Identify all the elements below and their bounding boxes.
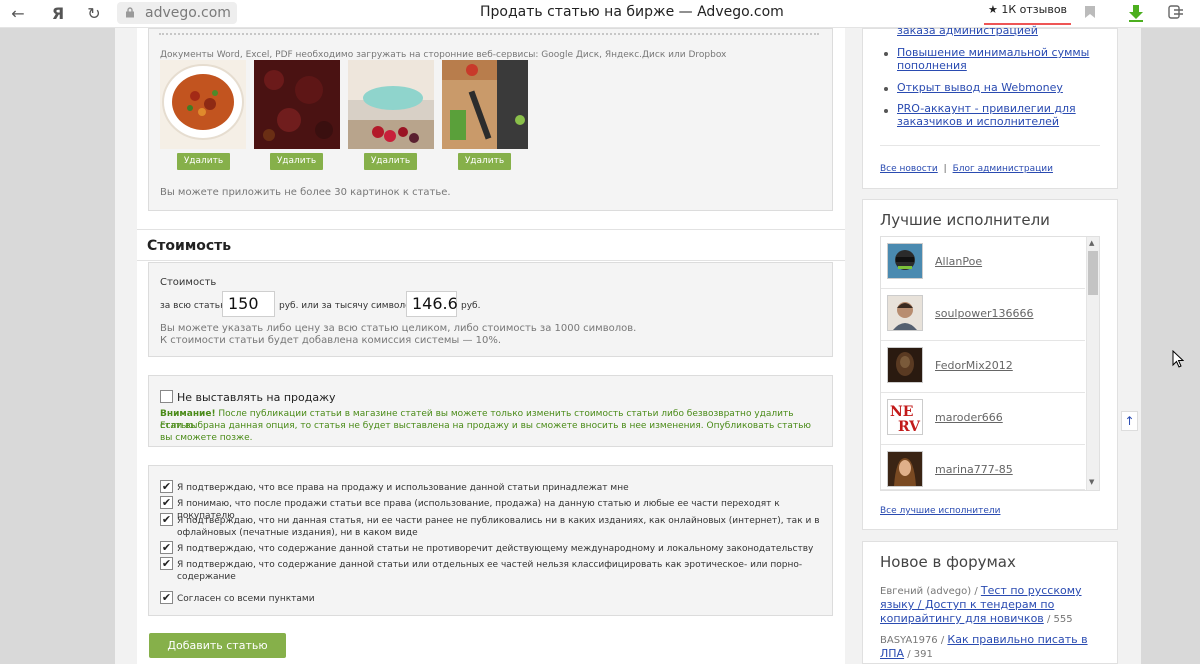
confirm-checkbox[interactable]: ✔ bbox=[160, 541, 173, 554]
confirm-text: Я подтверждаю, что содержание данной ста… bbox=[177, 560, 803, 582]
page-left-gutter bbox=[0, 28, 115, 664]
download-icon[interactable] bbox=[1126, 4, 1146, 24]
avatar bbox=[887, 243, 923, 279]
svg-text:RV: RV bbox=[898, 419, 921, 434]
no-sale-checkbox[interactable] bbox=[160, 390, 173, 403]
no-sale-info: Если выбрана данная опция, то статья не … bbox=[160, 421, 811, 443]
docs-note: Документы Word, Excel, PDF необходимо за… bbox=[160, 50, 727, 60]
price-hint: Вы можете указать либо цену за всю стать… bbox=[160, 323, 637, 334]
scroll-up-icon[interactable]: ▲ bbox=[1089, 239, 1094, 247]
divider bbox=[137, 260, 845, 261]
performer-name[interactable]: AllanPoe bbox=[935, 255, 982, 268]
news-link[interactable]: заказа администрацией bbox=[897, 24, 1097, 37]
image-thumbnail bbox=[160, 60, 246, 149]
forum-post: Евгений (advego) / Тест по русскому язык… bbox=[880, 584, 1102, 626]
link-separator: | bbox=[943, 164, 947, 174]
confirm-checkbox[interactable]: ✔ bbox=[160, 513, 173, 526]
delete-image-button[interactable]: Удалить bbox=[364, 153, 417, 170]
price-per-thousand-label: руб. или за тысячу символов bbox=[279, 301, 416, 311]
bookmark-icon[interactable] bbox=[1082, 4, 1098, 24]
price-whole-input[interactable]: 150 bbox=[222, 291, 275, 317]
images-limit-note: Вы можете приложить не более 30 картинок… bbox=[160, 187, 451, 198]
avatar bbox=[887, 451, 923, 487]
confirm-text: Я подтверждаю, что содержание данной ста… bbox=[177, 544, 814, 554]
mouse-cursor-icon bbox=[1172, 350, 1184, 368]
divider bbox=[880, 145, 1100, 146]
forum-author: BASYA1976 bbox=[880, 635, 938, 646]
forum-separator: / bbox=[971, 586, 981, 597]
admin-blog-link[interactable]: Блог администрации bbox=[953, 164, 1053, 174]
scroll-thumb[interactable] bbox=[1088, 251, 1098, 295]
list-item[interactable]: soulpower136666 bbox=[881, 289, 1085, 341]
performer-name[interactable]: marina777-85 bbox=[935, 463, 1013, 476]
performer-name[interactable]: FedorMix2012 bbox=[935, 359, 1013, 372]
bullet bbox=[884, 109, 888, 113]
forum-post: BASYA1976 / Как правильно писать в ЛПА /… bbox=[880, 633, 1102, 661]
image-thumbnail bbox=[254, 60, 340, 149]
divider bbox=[137, 229, 845, 230]
back-arrow-icon[interactable]: ← bbox=[8, 4, 28, 24]
currency-label: руб. bbox=[461, 301, 481, 311]
forum-post-count: / 391 bbox=[904, 649, 933, 660]
forum-post-count: / 555 bbox=[1043, 614, 1073, 625]
confirm-checkbox[interactable]: ✔ bbox=[160, 496, 173, 509]
news-link[interactable]: Повышение минимальной суммы пополнения bbox=[897, 46, 1097, 72]
price-per-thousand-input[interactable]: 146.6 bbox=[406, 291, 458, 317]
reviews-badge[interactable]: ★ 1К отзывов bbox=[984, 1, 1072, 25]
warning-title: Внимание! bbox=[160, 409, 216, 419]
scroll-to-top-button[interactable]: ↑ bbox=[1121, 411, 1138, 431]
add-article-button[interactable]: Добавить статью bbox=[149, 633, 286, 658]
avatar bbox=[887, 295, 923, 331]
avatar: NE RV bbox=[887, 399, 923, 435]
list-item[interactable]: AllanPoe bbox=[881, 237, 1085, 289]
dropzone-border bbox=[159, 31, 819, 35]
reload-icon[interactable]: ↻ bbox=[84, 4, 104, 24]
delete-image-button[interactable]: Удалить bbox=[177, 153, 230, 170]
forum-author: Евгений (advego) bbox=[880, 586, 972, 597]
confirm-checkbox[interactable]: ✔ bbox=[160, 480, 173, 493]
list-item[interactable]: marina777-85 bbox=[881, 445, 1085, 490]
performer-name[interactable]: soulpower136666 bbox=[935, 307, 1033, 320]
list-item[interactable]: NE RV maroder666 bbox=[881, 393, 1085, 445]
performers-scrollbar[interactable]: ▲ ▼ bbox=[1086, 237, 1099, 490]
news-link[interactable]: PRO-аккаунт - привилегии для заказчиков … bbox=[897, 102, 1097, 128]
news-link[interactable]: Открыт вывод на Webmoney bbox=[897, 81, 1097, 94]
image-thumbnail bbox=[348, 60, 434, 149]
extensions-icon[interactable] bbox=[1166, 4, 1186, 24]
site-address: advego.com bbox=[145, 5, 231, 21]
scroll-down-icon[interactable]: ▼ bbox=[1089, 478, 1094, 486]
address-bar[interactable]: advego.com bbox=[117, 2, 237, 24]
price-whole-label: за всю статью bbox=[160, 301, 228, 311]
svg-text:NE: NE bbox=[890, 404, 913, 420]
commission-hint: К стоимости статьи будет добавлена комис… bbox=[160, 335, 502, 346]
agree-all-label: Согласен со всеми пунктами bbox=[177, 594, 315, 604]
best-performers-title: Лучшие исполнители bbox=[880, 211, 1050, 229]
bullet bbox=[884, 87, 888, 91]
avatar bbox=[887, 347, 923, 383]
delete-image-button[interactable]: Удалить bbox=[270, 153, 323, 170]
delete-image-button[interactable]: Удалить bbox=[458, 153, 511, 170]
price-section-title: Стоимость bbox=[147, 238, 232, 254]
yandex-logo-icon[interactable]: Я bbox=[48, 4, 68, 24]
news-footer: Все новости | Блог администрации bbox=[880, 164, 1053, 174]
performer-name[interactable]: maroder666 bbox=[935, 411, 1003, 424]
forums-title: Новое в форумах bbox=[880, 553, 1016, 571]
lock-icon bbox=[126, 7, 134, 18]
list-item[interactable]: FedorMix2012 bbox=[881, 341, 1085, 393]
confirm-text: Я подтверждаю, что все права на продажу … bbox=[177, 483, 629, 493]
agree-all-checkbox[interactable]: ✔ bbox=[160, 591, 173, 604]
bullet bbox=[884, 52, 888, 56]
image-thumbnail bbox=[442, 60, 528, 149]
page-title: Продать статью на бирже — Advego.com bbox=[480, 4, 784, 20]
confirm-text: Я подтверждаю, что ни данная статья, ни … bbox=[177, 516, 820, 538]
confirm-checkbox[interactable]: ✔ bbox=[160, 557, 173, 570]
forum-separator: / bbox=[937, 635, 948, 646]
no-sale-label: Не выставлять на продажу bbox=[177, 391, 336, 404]
all-news-link[interactable]: Все новости bbox=[880, 164, 938, 174]
all-best-performers-link[interactable]: Все лучшие исполнители bbox=[880, 506, 1000, 516]
price-label: Стоимость bbox=[160, 277, 217, 288]
page-right-gutter bbox=[1141, 28, 1200, 664]
